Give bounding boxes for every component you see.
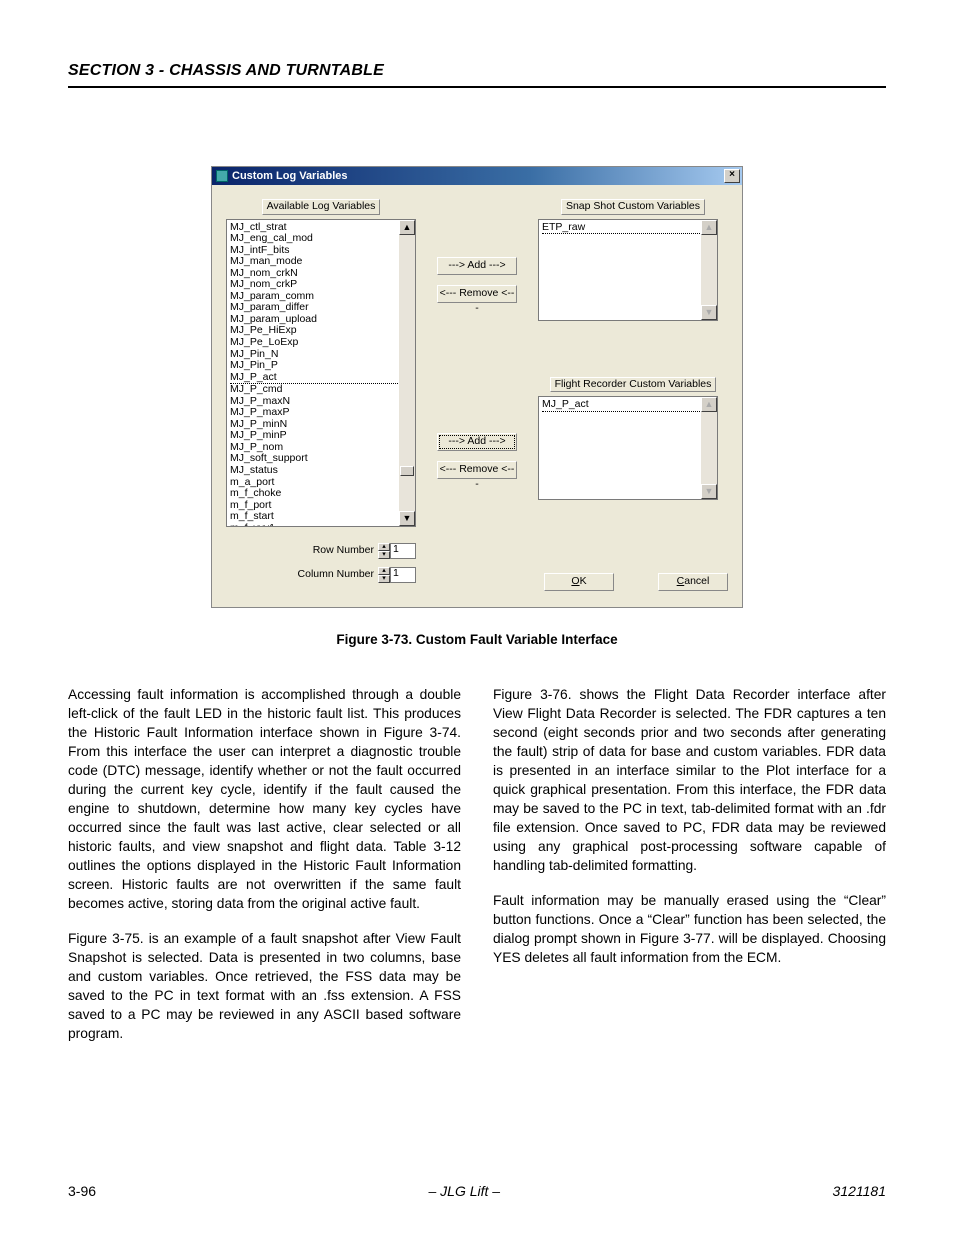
list-item[interactable]: MJ_P_act [542,399,714,412]
list-item[interactable]: MJ_eng_cal_mod [230,233,412,245]
row-number-spinner[interactable]: ▴▾ 1 [378,543,416,559]
list-item[interactable]: MJ_Pin_P [230,360,412,372]
body-paragraph: Figure 3-76. shows the Flight Data Recor… [493,685,886,875]
list-item[interactable]: MJ_status [230,465,412,477]
list-item[interactable]: MJ_man_mode [230,256,412,268]
app-icon [216,170,228,182]
add-fdr-button[interactable]: ---> Add ---> [437,433,517,451]
body-paragraph: Figure 3-75. is an example of a fault sn… [68,929,461,1043]
document-number: 3121181 [833,1183,886,1199]
body-paragraph: Accessing fault information is accomplis… [68,685,461,913]
snapshot-listbox[interactable]: ETP_raw ▲ ▼ [538,219,718,321]
scroll-up-icon[interactable]: ▲ [701,397,717,412]
fdr-listbox[interactable]: MJ_P_act ▲ ▼ [538,396,718,500]
cancel-button[interactable]: Cancel [658,573,728,591]
ok-button[interactable]: OK [544,573,614,591]
add-snapshot-button[interactable]: ---> Add ---> [437,257,517,275]
scrollbar[interactable]: ▲ ▼ [701,220,717,320]
scroll-down-icon[interactable]: ▼ [701,484,717,499]
remove-fdr-button[interactable]: <--- Remove <--- [437,461,517,479]
scrollbar[interactable]: ▲ ▼ [399,220,415,526]
scroll-down-icon[interactable]: ▼ [701,305,717,320]
scroll-down-icon[interactable]: ▼ [399,511,415,526]
list-item[interactable]: MJ_Pe_LoExp [230,337,412,349]
remove-snapshot-button[interactable]: <--- Remove <--- [437,285,517,303]
footer-center: – JLG Lift – [428,1183,500,1199]
list-item[interactable]: m_f_vvv1 [230,523,412,527]
custom-log-dialog: Custom Log Variables × Available Log Var… [211,166,743,608]
list-item[interactable]: ETP_raw [542,222,714,235]
row-number-label: Row Number [313,545,374,557]
spin-up-icon[interactable]: ▴ [378,543,390,551]
close-button[interactable]: × [724,169,740,183]
column-number-spinner[interactable]: ▴▾ 1 [378,567,416,583]
available-label: Available Log Variables [262,199,381,215]
figure-caption: Figure 3-73. Custom Fault Variable Inter… [68,632,886,647]
scroll-thumb[interactable] [400,466,414,476]
scroll-up-icon[interactable]: ▲ [399,220,415,235]
column-number-label: Column Number [298,569,374,581]
column-number-input[interactable]: 1 [390,567,416,583]
available-listbox[interactable]: MJ_ctl_stratMJ_eng_cal_modMJ_intF_bitsMJ… [226,219,416,527]
spin-down-icon[interactable]: ▾ [378,575,390,583]
dialog-title: Custom Log Variables [232,170,348,182]
page-number: 3-96 [68,1183,96,1199]
section-header: SECTION 3 - CHASSIS AND TURNTABLE [68,62,886,88]
spin-down-icon[interactable]: ▾ [378,551,390,559]
row-number-input[interactable]: 1 [390,543,416,559]
scroll-up-icon[interactable]: ▲ [701,220,717,235]
list-item[interactable]: m_f_choke [230,488,412,500]
titlebar[interactable]: Custom Log Variables × [212,167,742,185]
fdr-label: Flight Recorder Custom Variables [550,377,717,393]
body-paragraph: Fault information may be manually erased… [493,891,886,967]
scrollbar[interactable]: ▲ ▼ [701,397,717,499]
spin-up-icon[interactable]: ▴ [378,567,390,575]
snapshot-label: Snap Shot Custom Variables [561,199,705,215]
